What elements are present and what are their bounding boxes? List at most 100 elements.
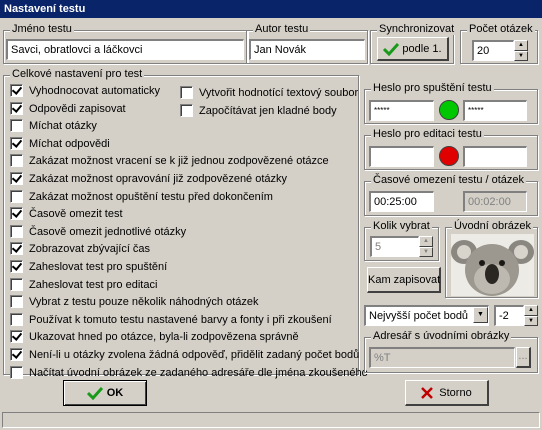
question-count-label: Počet otázek [467,23,535,35]
option-checkbox[interactable]: Započítávat jen kladné body [180,103,337,120]
spin-down-icon[interactable]: ▼ [524,315,538,326]
check-icon [86,387,103,401]
question-time-input[interactable]: 00:02:00 [463,191,527,212]
option-checkbox[interactable]: Zakázat možnost opravování již zodpověze… [10,172,287,188]
option-checkbox[interactable]: Časově omezit test [10,207,123,223]
option-checkbox[interactable]: Míchat odpovědi [10,136,110,153]
checkbox-checked-icon[interactable] [10,348,23,361]
pick-count-input[interactable]: 5 [370,236,419,257]
option-checkbox[interactable]: Zobrazovat zbývající čas [10,242,150,258]
option-label: Míchat odpovědi [29,137,110,150]
test-name-input[interactable]: Savci, obratlovci a láčkovci [6,39,244,60]
checkbox-icon[interactable] [10,365,23,379]
general-settings-label: Celkové nastavení pro test [10,68,145,80]
pick-count-spinner[interactable]: ▲ ▼ [419,236,433,257]
checkbox-icon[interactable] [10,189,23,203]
option-checkbox[interactable]: Vybrat z testu pouze několik náhodných o… [10,295,259,311]
checkbox-icon[interactable] [10,224,23,238]
option-checkbox[interactable]: Vytvořit hodnotící textový soubor [180,86,358,102]
option-label: Zaheslovat test pro editaci [29,278,158,291]
option-checkbox[interactable]: Míchat otázky [10,119,97,135]
close-icon [421,387,434,399]
option-label: Ukazovat hned po otázce, byla-li zodpově… [29,331,299,344]
edit-password-status-icon [439,146,459,166]
option-label: Zaheslovat test pro spuštění [29,261,168,273]
koala-image[interactable] [451,234,534,296]
checkbox-checked-icon[interactable] [10,330,23,344]
option-checkbox[interactable]: Zakázat možnost opuštění testu před doko… [10,189,273,206]
ok-button-label: OK [106,387,124,399]
checkbox-checked-icon[interactable] [10,101,23,115]
option-checkbox[interactable]: Zaheslovat test pro editaci [10,277,158,294]
sync-button[interactable]: podle 1. [377,37,449,61]
option-label: Používat k tomuto testu nastavené barvy … [29,313,332,326]
checkbox-checked-icon[interactable] [10,242,23,256]
check-icon [383,43,400,57]
author-label: Autor testu [253,23,311,35]
checkbox-checked-icon[interactable] [10,207,23,221]
question-count-input[interactable]: 20 [472,40,514,61]
chevron-down-icon[interactable]: ▼ [473,307,488,323]
checkbox-icon[interactable] [10,154,23,168]
checkbox-icon[interactable] [10,295,23,309]
checkbox-icon[interactable] [10,312,23,326]
spin-up-icon[interactable]: ▲ [419,236,433,247]
checkbox-checked-icon[interactable] [10,260,23,273]
checkbox-icon[interactable] [10,277,23,291]
option-label: Vyhodnocovat automaticky [29,85,161,97]
time-limit-label: Časové omezení testu / otázek [371,174,527,186]
spin-down-icon[interactable]: ▼ [514,50,528,61]
checkbox-checked-icon[interactable] [10,136,23,150]
option-checkbox[interactable]: Zaheslovat test pro spuštění [10,260,167,276]
option-label: Zobrazovat zbývající čas [29,243,151,256]
points-select[interactable]: Nejvyšší počet bodů ▼ [364,305,489,326]
option-checkbox[interactable]: Používat k tomuto testu nastavené barvy … [10,312,332,329]
option-label: Zakázat možnost vracení se k již jednou … [29,155,329,168]
start-password-status-icon [439,100,459,120]
checkbox-icon[interactable] [10,119,23,133]
save-where-button[interactable]: Kam zapisovat [367,267,441,293]
browse-button[interactable]: ... [516,347,531,368]
option-checkbox[interactable]: Časově omezit jednotlivé otázky [10,224,187,241]
option-label: Zakázat možnost opravování již zodpověze… [29,173,288,185]
option-label: Časově omezit test [29,208,123,221]
spin-up-icon[interactable]: ▲ [514,40,528,51]
option-label: Míchat otázky [29,120,97,133]
option-label: Odpovědi zapisovat [29,102,126,115]
checkbox-checked-icon[interactable] [10,172,23,185]
option-checkbox[interactable]: Vyhodnocovat automaticky [10,84,160,100]
window-title: Nastavení testu [0,0,542,18]
edit-password-input[interactable] [369,146,434,167]
test-name-label: Jméno testu [10,23,74,35]
ok-button[interactable]: OK [63,380,147,406]
option-label: Vytvořit hodnotící textový soubor [199,87,359,99]
spin-up-icon[interactable]: ▲ [524,305,538,316]
question-count-spinner[interactable]: ▲ ▼ [514,40,528,61]
points-spinner[interactable]: ▲ ▼ [524,305,538,326]
spin-down-icon[interactable]: ▼ [419,246,433,257]
start-password-confirm[interactable]: ***** [463,100,527,121]
image-dir-input[interactable]: %T [369,347,515,368]
start-password-input[interactable]: ***** [369,100,434,121]
cancel-button[interactable]: Storno [405,380,489,406]
option-label: Časově omezit jednotlivé otázky [29,225,187,238]
option-checkbox[interactable]: Není-li u otázky zvolena žádná odpověď, … [10,348,359,364]
option-label: Vybrat z testu pouze několik náhodných o… [29,296,259,309]
points-number-input[interactable]: -2 [494,305,524,326]
option-label: Započítávat jen kladné body [199,104,337,117]
edit-password-confirm[interactable] [463,146,527,167]
edit-password-label: Heslo pro editaci testu [371,128,484,140]
image-dir-label: Adresář s úvodními obrázky [371,330,512,342]
checkbox-checked-icon[interactable] [10,84,23,97]
option-label: Zakázat možnost opuštění testu před doko… [29,190,273,203]
author-input[interactable]: Jan Novák [249,39,365,60]
settings-window: Nastavení testu Jméno testu Savci, obrat… [0,0,542,430]
test-time-input[interactable]: 00:25:00 [369,191,434,212]
option-checkbox[interactable]: Ukazovat hned po otázce, byla-li zodpově… [10,330,299,346]
checkbox-icon[interactable] [180,103,193,117]
status-bar [2,412,540,428]
checkbox-icon[interactable] [180,86,193,99]
pick-count-label: Kolik vybrat [371,220,432,232]
option-checkbox[interactable]: Odpovědi zapisovat [10,101,126,118]
option-checkbox[interactable]: Zakázat možnost vracení se k již jednou … [10,154,329,170]
